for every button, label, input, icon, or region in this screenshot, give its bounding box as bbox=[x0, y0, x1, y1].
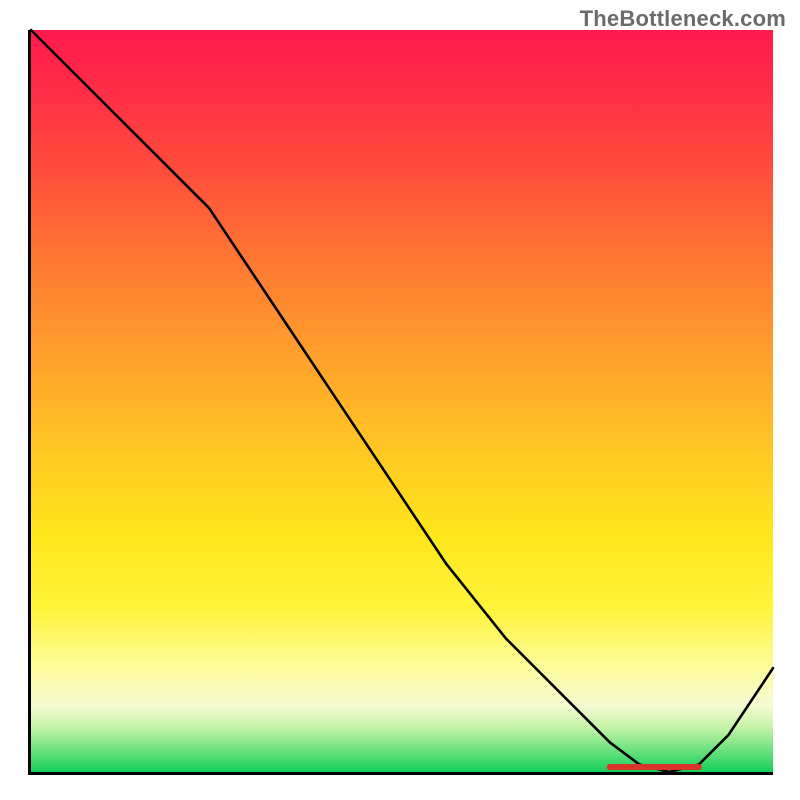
bottleneck-curve-path bbox=[31, 30, 773, 772]
watermark-text: TheBottleneck.com bbox=[580, 6, 786, 32]
plot-area bbox=[28, 30, 773, 775]
chart-container: TheBottleneck.com bbox=[0, 0, 800, 800]
bottleneck-curve-svg bbox=[31, 30, 773, 772]
